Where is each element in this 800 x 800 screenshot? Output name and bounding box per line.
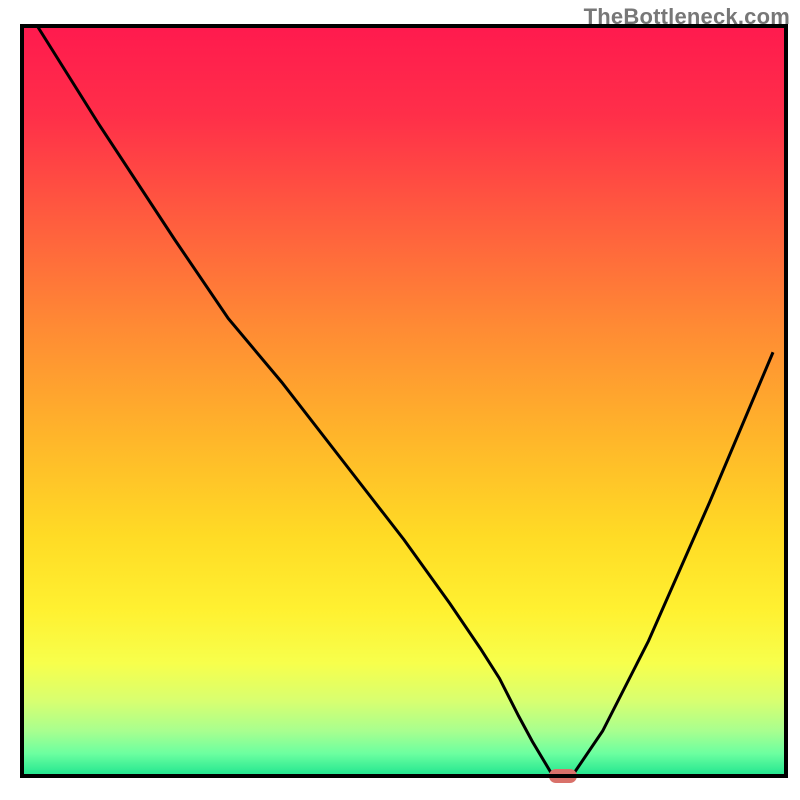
- plot-background: [22, 26, 786, 776]
- bottleneck-chart: [0, 0, 800, 800]
- watermark-text: TheBottleneck.com: [584, 4, 790, 30]
- chart-container: TheBottleneck.com: [0, 0, 800, 800]
